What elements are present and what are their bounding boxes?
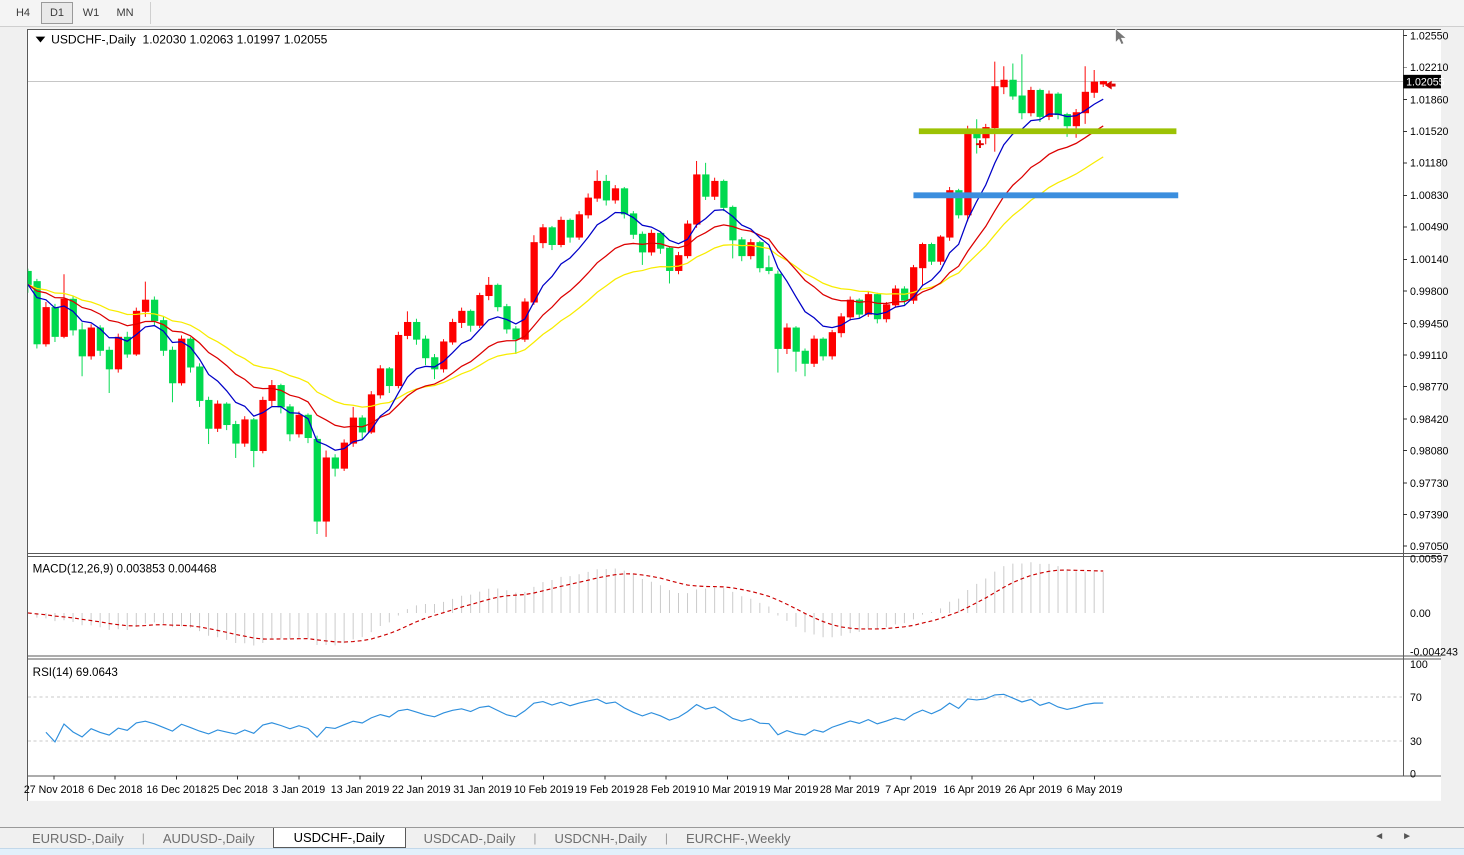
- tab-scroll-left-icon[interactable]: ◄: [1374, 831, 1402, 842]
- price-tick-label: 0.99450: [1410, 318, 1449, 330]
- date-label: 6 Dec 2018: [88, 784, 143, 796]
- rsi-tick-label: 30: [1410, 736, 1422, 748]
- price-tick-label: 1.02550: [1410, 31, 1449, 43]
- chart-tab-usdchf[interactable]: USDCHF-,Daily: [272, 828, 406, 848]
- date-label: 19 Feb 2019: [575, 784, 635, 796]
- date-label: 6 May 2019: [1067, 784, 1123, 796]
- date-label: 27 Nov 2018: [24, 784, 84, 796]
- chart-title: USDCHF-,Daily 1.02030 1.02063 1.01997 1.…: [51, 32, 328, 46]
- rsi-tick-label: 0: [1410, 769, 1416, 781]
- date-label: 25 Dec 2018: [207, 784, 267, 796]
- price-tick-label: 1.01180: [1410, 158, 1448, 170]
- tab-scroll-right-icon[interactable]: ►: [1402, 831, 1430, 842]
- date-label: 28 Mar 2019: [820, 784, 880, 796]
- macd-tick-label: 0.00: [1410, 608, 1431, 620]
- price-tick-label: 0.98080: [1410, 445, 1449, 457]
- svg-text:1.02055: 1.02055: [1406, 76, 1445, 88]
- price-tick-label: 0.99110: [1410, 350, 1448, 362]
- rsi-tick-label: 70: [1410, 692, 1422, 704]
- date-label: 22 Jan 2019: [392, 784, 451, 796]
- date-label: 16 Apr 2019: [944, 784, 1001, 796]
- rsi-indicator-label: RSI(14) 69.0643: [33, 666, 118, 679]
- date-label: 13 Jan 2019: [331, 784, 390, 796]
- timeframe-button-d1[interactable]: D1: [41, 2, 73, 24]
- timeframe-toolbar: H4 D1 W1 MN: [0, 0, 1464, 27]
- price-tick-label: 1.00490: [1410, 222, 1449, 234]
- chart-tab-eurusd[interactable]: EURUSD-,Daily: [14, 828, 142, 848]
- date-label: 16 Dec 2018: [146, 784, 206, 796]
- date-label: 10 Mar 2019: [697, 784, 757, 796]
- price-tick-label: 0.98770: [1410, 381, 1449, 393]
- price-tick-label: 0.97390: [1410, 509, 1449, 521]
- price-tick-label: 0.97050: [1410, 541, 1449, 553]
- date-label: 28 Feb 2019: [636, 784, 696, 796]
- price-tick-label: 0.97730: [1410, 478, 1449, 490]
- date-label: 19 Mar 2019: [759, 784, 819, 796]
- timeframe-button-mn[interactable]: MN: [109, 2, 141, 24]
- price-tick-label: 1.00140: [1410, 254, 1449, 266]
- chart-tab-audusd[interactable]: AUDUSD-,Daily: [145, 828, 273, 848]
- date-label: 7 Apr 2019: [885, 784, 937, 796]
- current-price-badge: 1.02055: [1403, 74, 1445, 88]
- date-label: 26 Apr 2019: [1005, 784, 1062, 796]
- macd-tick-label: 0.00597: [1410, 554, 1449, 566]
- timeframe-button-h4[interactable]: H4: [7, 2, 39, 24]
- macd-tick-label: -0.004243: [1410, 646, 1458, 658]
- chart-tab-eurchf[interactable]: EURCHF-,Weekly: [668, 828, 809, 848]
- price-tick-label: 1.00830: [1410, 190, 1449, 202]
- toolbar-separator: [150, 2, 151, 24]
- price-tick-label: 1.01520: [1410, 126, 1449, 138]
- chart-tabbar: EURUSD-,Daily | AUDUSD-,Daily USDCHF-,Daily…: [0, 827, 1464, 855]
- date-label: 10 Feb 2019: [514, 784, 574, 796]
- date-label: 31 Jan 2019: [453, 784, 512, 796]
- price-tick-label: 0.98420: [1410, 414, 1449, 426]
- chart-tab-usdcad[interactable]: USDCAD-,Daily: [406, 828, 534, 848]
- status-strip: [0, 848, 1464, 855]
- price-tick-label: 1.02210: [1410, 62, 1449, 74]
- price-tick-label: 0.99800: [1410, 286, 1449, 298]
- chart-window[interactable]: 1.02550 1.02210 1.01860 1.01520 1.01180 1.008…: [0, 26, 1464, 827]
- timeframe-button-w1[interactable]: W1: [75, 2, 107, 24]
- tab-scroll-arrows[interactable]: ◄►: [1374, 831, 1430, 842]
- macd-indicator-label: MACD(12,26,9) 0.003853 0.004468: [33, 562, 217, 575]
- price-tick-label: 1.01860: [1410, 95, 1449, 107]
- rsi-tick-label: 100: [1410, 659, 1428, 671]
- date-label: 3 Jan 2019: [273, 784, 326, 796]
- chart-tab-usdcnh[interactable]: USDCNH-,Daily: [536, 828, 664, 848]
